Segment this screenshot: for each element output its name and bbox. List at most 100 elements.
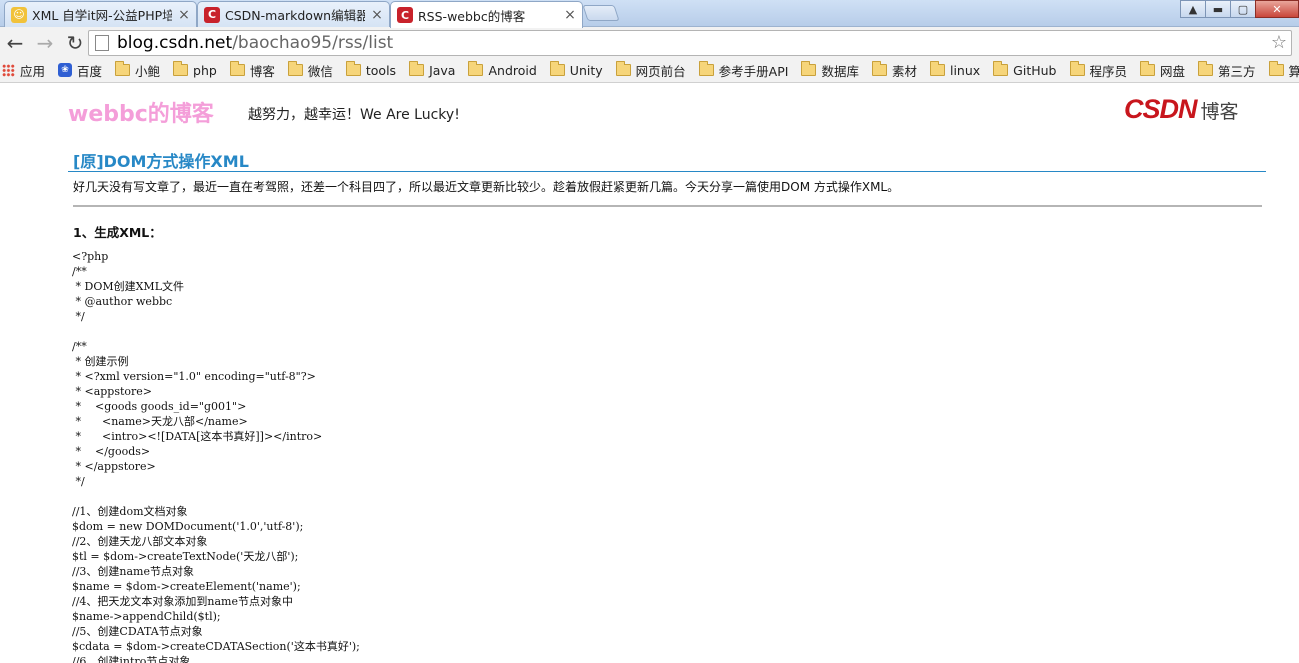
bookmark-label: Java bbox=[429, 62, 456, 78]
folder-icon bbox=[1140, 61, 1156, 76]
bookmark-label: 应用 bbox=[20, 63, 46, 79]
url-host: blog.csdn.net bbox=[117, 33, 233, 53]
bookmark-folder[interactable]: 小鲍 bbox=[115, 61, 160, 80]
close-icon[interactable]: × bbox=[564, 7, 576, 23]
tab-rss-webbc[interactable]: C RSS-webbc的博客 × bbox=[390, 1, 583, 28]
reload-icon[interactable]: ↻ bbox=[60, 29, 90, 57]
bookmark-folder[interactable]: 程序员 bbox=[1069, 61, 1128, 80]
bookmark-folder[interactable]: Java bbox=[409, 61, 456, 78]
back-icon[interactable]: ← bbox=[0, 29, 30, 57]
csdn-logo-suffix: 博客 bbox=[1200, 101, 1239, 123]
bookmark-label: 数据库 bbox=[821, 63, 859, 79]
bookmark-label: 网页前台 bbox=[635, 63, 686, 79]
code-line: * 创建示例 bbox=[72, 355, 129, 368]
close-icon[interactable]: × bbox=[371, 7, 383, 23]
bookmark-folder[interactable]: 网盘 bbox=[1140, 61, 1185, 80]
bookmark-label: php bbox=[193, 62, 217, 78]
bookmark-folder[interactable]: 数据库 bbox=[801, 61, 859, 80]
address-bar[interactable]: blog.csdn.net/baochao95/rss/list ☆ bbox=[88, 30, 1292, 56]
bookmark-folder[interactable]: tools bbox=[345, 61, 397, 78]
code-line: //6、创建intro节点对象 bbox=[72, 655, 191, 663]
new-tab-button[interactable] bbox=[582, 5, 620, 21]
folder-icon bbox=[115, 61, 131, 76]
bookmark-folder[interactable]: 网页前台 bbox=[615, 61, 686, 80]
tab-csdn-markdown[interactable]: C CSDN-markdown编辑器 × bbox=[197, 1, 390, 27]
section-heading: 1、生成XML： bbox=[73, 225, 162, 240]
tab-label: RSS-webbc的博客 bbox=[418, 8, 526, 24]
bookmark-folder[interactable]: 博客 bbox=[229, 61, 275, 80]
blog-title[interactable]: webbc的博客 bbox=[68, 96, 214, 128]
code-line: * @author webbc bbox=[72, 295, 173, 308]
code-line: //3、创建name节点对象 bbox=[72, 565, 194, 578]
csdn-icon: C bbox=[204, 6, 220, 23]
csdn-icon: C bbox=[397, 7, 413, 23]
code-line: * <appstore> bbox=[72, 385, 153, 398]
folder-icon bbox=[1268, 61, 1284, 76]
bookmark-label: Unity bbox=[569, 62, 603, 78]
folder-icon bbox=[615, 61, 631, 76]
bookmark-folder[interactable]: 微信 bbox=[287, 61, 333, 80]
tab-label: CSDN-markdown编辑器 bbox=[225, 8, 365, 23]
code-line: //4、把天龙文本对象添加到name节点对象中 bbox=[72, 595, 293, 608]
folder-icon bbox=[929, 61, 945, 76]
code-line: $name = $dom->createElement('name'); bbox=[72, 580, 301, 593]
bookmark-apps[interactable]: 应用 bbox=[2, 61, 45, 80]
minimize-icon[interactable]: ▬ bbox=[1205, 0, 1231, 18]
bookmark-label: 参考手册API bbox=[718, 63, 789, 79]
bookmark-label: 百度 bbox=[77, 63, 103, 79]
url-path: /baochao95/rss/list bbox=[232, 33, 394, 53]
page-content: webbc的博客 越努力，越幸运！We Are Lucky! CSDN 博客 [… bbox=[0, 84, 1299, 663]
bookmark-label: 程序员 bbox=[1089, 63, 1128, 79]
csdn-yellow-icon: ☺ bbox=[11, 6, 27, 23]
apps-grid-icon bbox=[2, 63, 15, 77]
code-line: $tl = $dom->createTextNode('天龙八部'); bbox=[72, 550, 299, 563]
folder-icon bbox=[1069, 61, 1085, 76]
code-line: * <intro><![DATA[这本书真好]]></intro> bbox=[72, 430, 323, 443]
bookmark-folder[interactable]: 参考手册API bbox=[698, 61, 789, 80]
code-line: * <?xml version="1.0" encoding="utf-8"?> bbox=[72, 370, 316, 383]
browser-toolbar: ← → ↻ blog.csdn.net/baochao95/rss/list ☆ bbox=[0, 27, 1299, 58]
folder-icon bbox=[173, 61, 189, 76]
code-line: //5、创建CDATA节点对象 bbox=[72, 625, 203, 638]
post-title[interactable]: [原]DOM方式操作XML bbox=[73, 148, 249, 172]
user-icon[interactable]: ▲ bbox=[1180, 0, 1206, 18]
bookmark-label: GitHub bbox=[1013, 62, 1057, 78]
folder-icon bbox=[993, 61, 1009, 76]
bookmark-label: Android bbox=[488, 62, 537, 78]
maximize-icon[interactable]: ▢ bbox=[1230, 0, 1256, 18]
folder-icon bbox=[409, 61, 425, 76]
bookmark-label: tools bbox=[365, 62, 397, 78]
tab-strip: ☺ XML 自学it网-公益PHP培 × C CSDN-markdown编辑器 … bbox=[0, 0, 1299, 28]
tab-xml-zixue[interactable]: ☺ XML 自学it网-公益PHP培 × bbox=[4, 1, 197, 27]
bookmarks-bar: 应用 ❀ 百度 小鲍 php 博客 微信 tools Java Android U… bbox=[0, 58, 1299, 83]
bookmark-folder[interactable]: Android bbox=[468, 61, 537, 78]
csdn-logo[interactable]: CSDN 博客 bbox=[1124, 94, 1239, 125]
folder-icon bbox=[801, 61, 817, 76]
folder-icon bbox=[698, 61, 714, 76]
bookmark-folder[interactable]: 第三方 bbox=[1198, 61, 1256, 80]
bookmark-folder[interactable]: linux bbox=[929, 61, 980, 78]
tab-label: XML 自学it网-公益PHP培 bbox=[32, 8, 172, 23]
title-divider bbox=[68, 171, 1266, 172]
window-close-icon[interactable]: ✕ bbox=[1255, 0, 1299, 18]
code-line: * </appstore> bbox=[72, 460, 156, 473]
bookmark-folder[interactable]: Unity bbox=[549, 61, 603, 78]
folder-icon bbox=[1198, 61, 1214, 76]
bookmark-star-icon[interactable]: ☆ bbox=[1271, 32, 1287, 53]
bookmark-folder[interactable]: 素材 bbox=[871, 61, 917, 80]
bookmark-folder[interactable]: GitHub bbox=[993, 61, 1057, 78]
code-line: */ bbox=[72, 310, 85, 323]
baidu-paw-icon: ❀ bbox=[58, 63, 73, 77]
bookmark-label: 第三方 bbox=[1218, 63, 1256, 79]
folder-icon bbox=[549, 61, 565, 76]
close-icon[interactable]: × bbox=[178, 7, 190, 23]
bookmark-folder[interactable]: 算法 bbox=[1268, 61, 1299, 80]
bookmark-baidu[interactable]: ❀ 百度 bbox=[58, 61, 102, 80]
folder-icon bbox=[345, 61, 361, 76]
bookmark-label: 网盘 bbox=[1160, 63, 1186, 79]
bookmark-folder[interactable]: php bbox=[173, 61, 217, 78]
forward-icon[interactable]: → bbox=[30, 29, 60, 57]
code-line: $name->appendChild($tl); bbox=[72, 610, 221, 623]
post-summary: 好几天没有写文章了，最近一直在考驾照，还差一个科目四了，所以最近文章更新比较少。… bbox=[73, 180, 900, 194]
